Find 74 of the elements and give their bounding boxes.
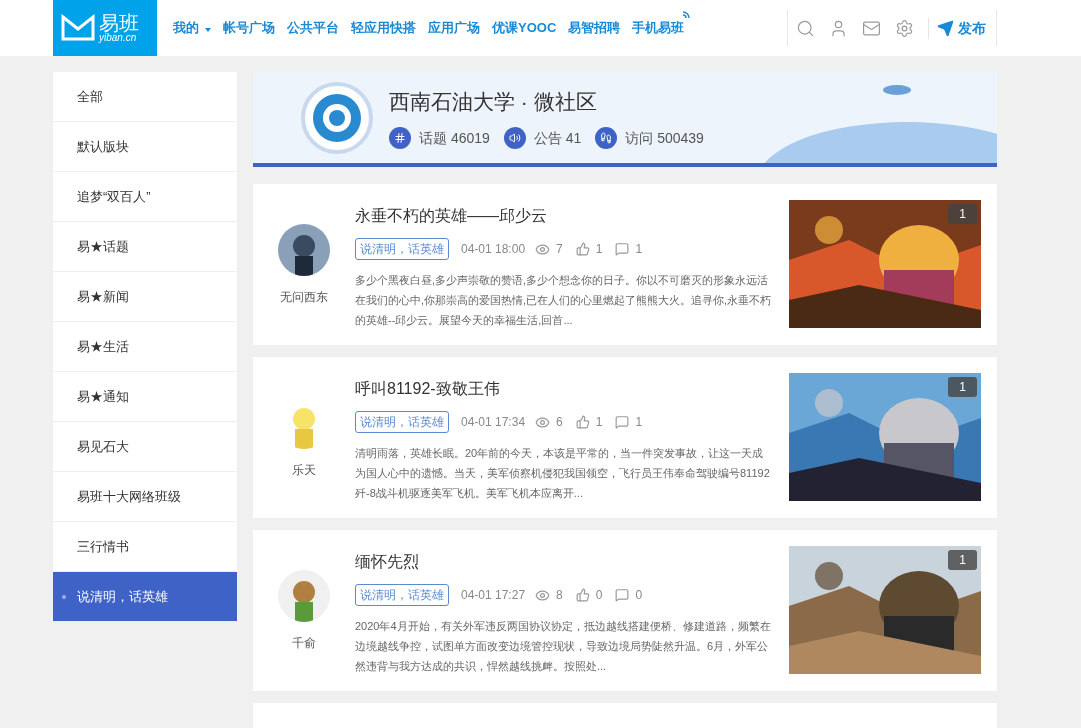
publish-button[interactable]: 发布 — [928, 17, 986, 39]
settings-icon[interactable] — [895, 18, 914, 38]
sidebar-item[interactable]: 易★新闻 — [53, 272, 237, 322]
sidebar-item[interactable]: 易见石大 — [53, 422, 237, 472]
sidebar-item[interactable]: 易班十大网络班级 — [53, 472, 237, 522]
sidebar-item[interactable]: 追梦“双百人” — [53, 172, 237, 222]
author-name[interactable]: 乐天 — [292, 461, 316, 479]
paper-plane-icon — [937, 19, 954, 37]
author-name[interactable]: 千俞 — [292, 634, 316, 652]
community-title: 西南石油大学 · 微社区 — [389, 88, 598, 115]
logo-domain: yiban.cn — [99, 33, 137, 43]
nav-link[interactable]: 手机易班 — [632, 13, 693, 43]
nav-link[interactable]: 优课YOOC — [492, 13, 557, 43]
post-time: 04-01 17:34 — [461, 414, 526, 431]
sidebar-item[interactable]: 默认版块 — [53, 122, 237, 172]
topic-tag[interactable]: 说清明，话英雄 — [355, 411, 449, 433]
image-count-badge: 1 — [948, 550, 977, 570]
sidebar-item[interactable]: 易★通知 — [53, 372, 237, 422]
nav-link[interactable]: 易智招聘 — [568, 13, 621, 43]
bullet-icon — [62, 594, 66, 599]
post-time: 04-01 17:27 — [461, 587, 526, 604]
search-icon[interactable] — [796, 18, 815, 38]
nav-link[interactable]: 帐号广场 — [223, 13, 275, 43]
comment-count: 0 — [635, 587, 643, 604]
view-count: 6 — [556, 414, 563, 431]
view-count: 7 — [556, 241, 563, 258]
caret-icon — [205, 28, 211, 32]
post-time: 04-01 18:00 — [461, 241, 526, 258]
stat-text: 访问 500439 — [625, 128, 704, 148]
post-title[interactable]: 缅怀先烈 — [355, 550, 773, 574]
stat-text: 公告 41 — [533, 128, 582, 148]
like-count: 1 — [595, 241, 603, 258]
eye-icon — [535, 414, 551, 430]
emblem-icon — [312, 92, 362, 143]
sidebar-item[interactable]: 说清明，话英雄 — [53, 572, 237, 622]
view-count: 8 — [556, 587, 563, 604]
like-count: 1 — [595, 414, 603, 431]
post-excerpt: 清明雨落，英雄长眠。20年前的今天，本该是平常的，当一件突发事故，让这一天成为国人心中的遗憾。当天，美军侦察机侵犯我国领空，飞行员王伟奉命驾驶编号81192 歼-8战斗机驱逐美军飞机。美军飞机本应离开... — [355, 446, 771, 501]
post-excerpt: 2020年4月开始，有关外军违反两国协议协定，抵边越线搭建便桥、修建道路，频繁在边境越线争控，试图单方面改变边境管控现状，导致边境局势陡然升温。6月，外军公然违背与我方达成的共识，悍然越线挑衅。按照处... — [355, 619, 772, 674]
envelope-logo-icon — [61, 13, 95, 43]
nav-link[interactable]: 应用广场 — [428, 13, 480, 43]
stat-text: 话题 46019 — [419, 128, 490, 148]
nav-link[interactable]: 轻应用快搭 — [351, 13, 416, 43]
comment-count: 1 — [635, 241, 643, 258]
signal-icon — [682, 9, 693, 19]
user-icon[interactable] — [829, 18, 848, 38]
sidebar-item[interactable]: 易★话题 — [53, 222, 237, 272]
sidebar-item[interactable]: 三行情书 — [53, 522, 237, 572]
like-count: 0 — [595, 587, 603, 604]
thumbs-up-icon[interactable] — [575, 242, 590, 256]
post-excerpt: 多少个黑夜白昼,多少声崇敬的赞语,多少个想念你的日子。你以不可磨灭的形象永远活在我们的心中,你那崇高的爱国热情,已在人们的心里燃起了熊熊大火。追寻你,永垂不朽的英雄--邱少云。展望今天的幸福生活,回首... — [355, 273, 773, 328]
nav-link[interactable]: 我的 — [173, 13, 211, 43]
topic-tag[interactable]: 说清明，话英雄 — [355, 238, 449, 260]
sidebar-item[interactable]: 易★生活 — [53, 322, 237, 372]
image-count-badge: 1 — [948, 204, 977, 224]
comment-icon[interactable] — [615, 588, 630, 602]
thumbs-up-icon[interactable] — [575, 588, 590, 602]
post-title[interactable]: 永垂不朽的英雄——邱少云 — [355, 204, 773, 228]
speaker-icon — [503, 127, 526, 150]
logo-name: 易班 — [99, 13, 139, 33]
comment-count: 1 — [635, 414, 643, 431]
comment-icon[interactable] — [615, 242, 630, 256]
topic-tag[interactable]: 说清明，话英雄 — [355, 584, 449, 606]
post-title[interactable]: 呼叫81192-致敬王伟 — [355, 377, 773, 401]
footprint-icon — [595, 127, 618, 150]
hash-icon — [389, 127, 411, 150]
nav-link[interactable]: 公共平台 — [287, 13, 339, 43]
comment-icon[interactable] — [615, 415, 630, 429]
sidebar-item[interactable]: 全部 — [53, 72, 237, 122]
thumbs-up-icon[interactable] — [575, 415, 590, 429]
eye-icon — [535, 241, 551, 257]
author-name[interactable]: 无问西东 — [280, 288, 328, 306]
eye-icon — [535, 587, 551, 603]
image-count-badge: 1 — [948, 377, 977, 397]
